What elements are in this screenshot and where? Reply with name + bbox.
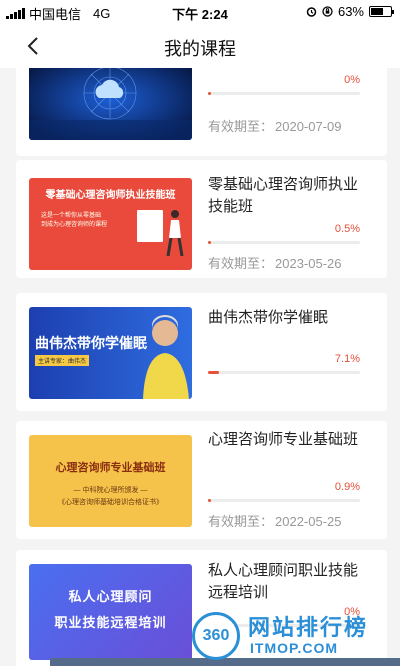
course-title: 心理咨询师专业基础班 xyxy=(208,431,359,448)
progress-bar xyxy=(208,241,360,244)
progress-percent: 0.9% xyxy=(334,481,360,493)
watermark-site-name: 网站排行榜 xyxy=(248,615,369,640)
thumb-subtitle: 《心理咨询师基础培训合格证书》 xyxy=(58,499,163,506)
course-card[interactable]: 0% 有效期至： 2020-07-09 xyxy=(16,68,387,156)
course-card[interactable]: 曲伟杰带你学催眠 主讲专家：曲伟杰 曲伟杰带你学催眠 7.1% xyxy=(16,293,387,411)
thumb-line: 这是一个帮你从零基础 xyxy=(41,213,102,219)
thumb-title: 私人心理顾问 xyxy=(68,589,153,604)
course-thumbnail: 私人心理顾问 职业技能远程培训 xyxy=(29,564,192,660)
thumb-subtitle: 主讲专家：曲伟杰 xyxy=(35,355,90,366)
course-title: 私人心理顾问职业技能远程培训 xyxy=(208,562,359,601)
progress-percent: 0.5% xyxy=(334,223,360,235)
thumb-subtitle: 这是一个帮你从零基础 到成为心理咨询师的课程 xyxy=(41,212,133,230)
certificate-image xyxy=(137,210,163,242)
battery-icon xyxy=(369,6,394,17)
progress-percent: 7.1% xyxy=(334,353,360,365)
expiry-info: 有效期至： 2022-05-25 xyxy=(208,511,342,530)
watermark-domain: ITMOP.COM xyxy=(250,640,339,656)
progress-bar xyxy=(208,92,360,95)
course-title: 零基础心理咨询师执业技能班 xyxy=(208,176,359,215)
course-thumbnail: 零基础心理咨询师执业技能班 这是一个帮你从零基础 到成为心理咨询师的课程 xyxy=(29,178,192,270)
progress-fill xyxy=(208,371,219,374)
course-list[interactable]: 0% 有效期至： 2020-07-09 零基础心理咨询师执业技能班 这是一个帮你从… xyxy=(0,68,400,666)
expiry-date: 2022-05-25 xyxy=(275,514,342,529)
site-watermark: 360 网站排行榜 ITMOP.COM xyxy=(192,604,400,666)
progress-percent: 0% xyxy=(344,74,360,86)
instructor-photo xyxy=(143,315,189,399)
person-illustration xyxy=(166,210,184,257)
thumb-title: 零基础心理咨询师执业技能班 xyxy=(45,190,176,201)
thumb-title: 职业技能远程培训 xyxy=(54,615,167,630)
expiry-label: 有效期至： xyxy=(208,514,274,529)
thumb-title: 曲伟杰带你学催眠 xyxy=(35,335,147,351)
progress-fill xyxy=(208,499,211,502)
watermark-badge-text: 360 xyxy=(202,627,230,644)
cloud-network-image xyxy=(29,68,192,140)
thumb-subtitle: — 中科院心理所颁发 — xyxy=(73,487,148,494)
page-title: 我的课程 xyxy=(164,39,236,59)
course-card[interactable]: 心理咨询师专业基础班 — 中科院心理所颁发 — 《心理咨询师基础培训合格证书》 … xyxy=(16,421,387,539)
progress-fill xyxy=(208,92,211,95)
alarm-icon xyxy=(306,7,317,17)
course-card[interactable]: 零基础心理咨询师执业技能班 这是一个帮你从零基础 到成为心理咨询师的课程 零基础… xyxy=(16,160,387,278)
thumb-line: 到成为心理咨询师的课程 xyxy=(41,222,108,228)
course-thumbnail xyxy=(29,68,192,140)
course-thumbnail: 曲伟杰带你学催眠 主讲专家：曲伟杰 xyxy=(29,307,192,399)
progress-bar xyxy=(208,371,360,374)
expiry-info: 有效期至： 2020-07-09 xyxy=(208,116,342,135)
battery-percent: 63% xyxy=(337,4,364,19)
expiry-date: 2020-07-09 xyxy=(275,119,342,134)
course-title: 曲伟杰带你学催眠 xyxy=(208,309,329,326)
expiry-label: 有效期至： xyxy=(208,256,274,271)
expiry-label: 有效期至： xyxy=(208,119,274,134)
thumb-title: 心理咨询师专业基础班 xyxy=(55,462,166,474)
status-bar: 中国电信 4G 下午 2:24 63% xyxy=(0,0,400,24)
course-thumbnail: 心理咨询师专业基础班 — 中科院心理所颁发 — 《心理咨询师基础培训合格证书》 xyxy=(29,435,192,527)
watermark-badge: 360 xyxy=(192,612,240,660)
nav-bar: 我的课程 xyxy=(0,24,400,68)
rotation-lock-icon xyxy=(322,6,333,17)
progress-fill xyxy=(208,241,211,244)
expiry-info: 有效期至： 2023-05-26 xyxy=(208,253,342,272)
expiry-date: 2023-05-26 xyxy=(275,256,342,271)
progress-bar xyxy=(208,499,360,502)
